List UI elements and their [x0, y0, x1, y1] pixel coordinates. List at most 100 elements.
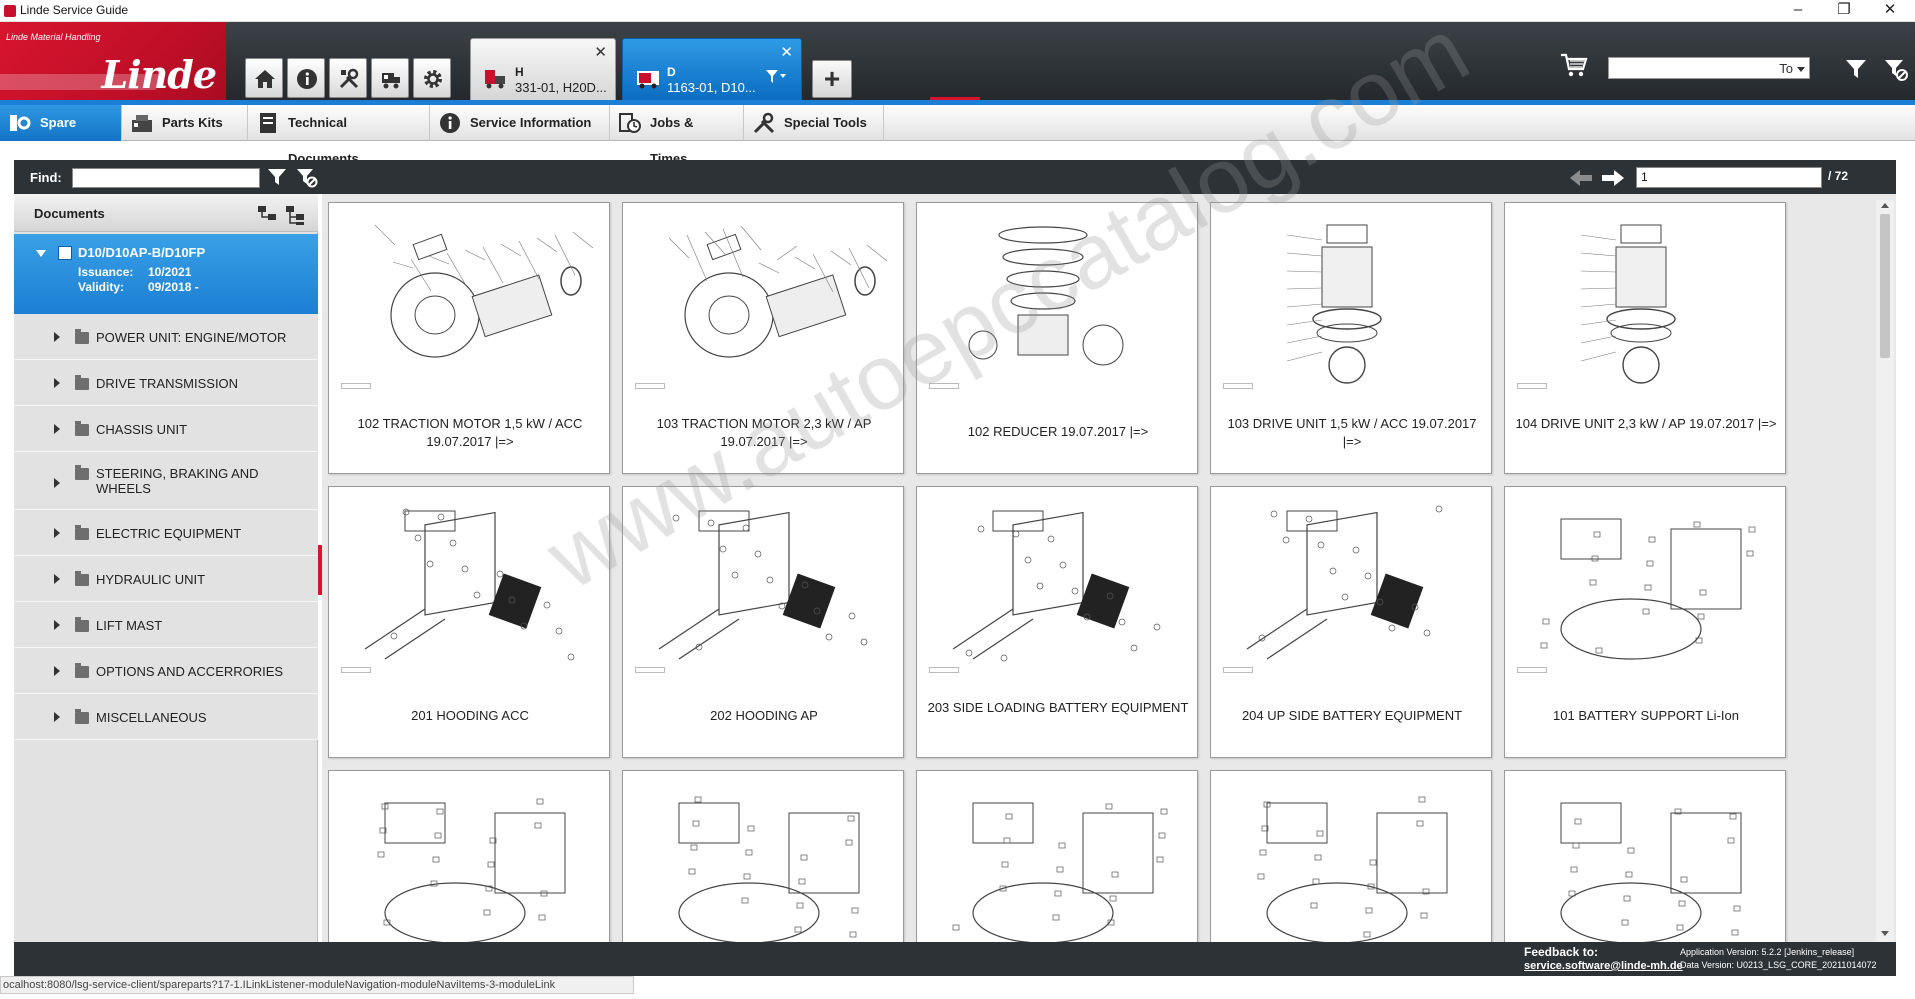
page-number-input[interactable]: 1 — [1636, 167, 1822, 188]
title-bar: Linde Service Guide – ❐ ✕ — [0, 0, 1915, 22]
expand-arrow-icon[interactable] — [54, 712, 60, 722]
folder-icon — [75, 709, 89, 724]
expand-arrow-icon[interactable] — [54, 620, 60, 630]
application-version: Application Version: 5.2.2 [Jenkins_rele… — [1680, 947, 1855, 957]
tools-button[interactable] — [329, 58, 367, 98]
illustration-card[interactable] — [328, 770, 610, 942]
document-icon — [260, 113, 276, 133]
cart-icon[interactable] — [1560, 52, 1588, 78]
clear-filter-icon[interactable] — [1884, 57, 1908, 81]
close-tab-button[interactable]: ✕ — [594, 43, 607, 61]
tree-item[interactable]: OPTIONS AND ACCERRORIES — [14, 648, 318, 694]
illustration-card[interactable]: 103 TRACTION MOTOR 2,3 kW / AP 19.07.201… — [622, 202, 904, 474]
tree-item[interactable]: LIFT MAST — [14, 602, 318, 648]
expand-arrow-icon[interactable] — [54, 378, 60, 388]
feedback-email-link[interactable]: service.software@linde-mh.de — [1524, 960, 1683, 972]
nav-parts-kits[interactable]: Parts Kits — [122, 105, 248, 141]
illustration-card[interactable]: 102 TRACTION MOTOR 1,5 kW / ACC 19.07.20… — [328, 202, 610, 474]
search-scope-select[interactable]: To — [1779, 61, 1793, 76]
filter-icon[interactable] — [1844, 57, 1868, 81]
home-button[interactable] — [245, 58, 283, 98]
expand-arrow-icon[interactable] — [54, 528, 60, 538]
nav-special-tools[interactable]: Special Tools — [744, 105, 884, 141]
nav-technical-documents[interactable]: Technical Documents — [248, 105, 430, 166]
doc-tab-h[interactable]: H 331-01, H20D... ✕ — [470, 38, 616, 102]
truck-icon — [485, 70, 505, 89]
expand-all-icon[interactable] — [256, 204, 280, 226]
vertical-scrollbar[interactable] — [1876, 200, 1894, 942]
header-search-input[interactable]: To — [1608, 57, 1810, 79]
previous-page-icon[interactable] — [1568, 168, 1594, 188]
restore-button[interactable]: ❐ — [1821, 0, 1867, 22]
find-input[interactable] — [72, 168, 260, 188]
nav-label: Special Tools — [784, 115, 867, 130]
minimize-button[interactable]: – — [1775, 0, 1821, 22]
nav-service-information[interactable]: Service Information — [430, 105, 610, 141]
tree-item[interactable]: STEERING, BRAKING AND WHEELS — [14, 452, 318, 510]
tree-item[interactable]: HYDRAULIC UNIT — [14, 556, 318, 602]
illustration-card[interactable]: 203 SIDE LOADING BATTERY EQUIPMENT — [916, 486, 1198, 758]
clock-wrench-icon — [619, 113, 641, 133]
close-window-button[interactable]: ✕ — [1867, 0, 1913, 22]
card-caption: 203 SIDE LOADING BATTERY EQUIPMENT — [927, 700, 1189, 715]
drawing-stamp — [341, 383, 371, 389]
illustration-card[interactable] — [622, 770, 904, 942]
tree-item[interactable]: ELECTRIC EQUIPMENT — [14, 510, 318, 556]
doc-tab-d[interactable]: D 1163-01, D10... ✕ — [622, 38, 802, 102]
illustration-card[interactable]: 204 UP SIDE BATTERY EQUIPMENT — [1210, 486, 1492, 758]
truck-icon — [637, 71, 659, 89]
tree-item[interactable]: DRIVE TRANSMISSION — [14, 360, 318, 406]
filter-icon[interactable] — [266, 166, 288, 188]
card-caption: 202 HOODING AP — [710, 708, 818, 723]
data-version: Data Version: U0213_LSG_CORE_20211014072 — [1680, 960, 1877, 970]
brand-subtitle: Linde Material Handling — [6, 32, 101, 42]
gear-icon — [424, 70, 442, 88]
folder-icon — [75, 329, 89, 344]
expand-arrow-icon[interactable] — [54, 478, 60, 488]
settings-button[interactable] — [413, 58, 451, 98]
document-icon — [58, 246, 72, 260]
drawing-stamp — [929, 667, 959, 673]
illustration-card[interactable]: 201 HOODING ACC — [328, 486, 610, 758]
scroll-up-icon[interactable] — [1881, 203, 1889, 208]
illustration-drawing — [668, 225, 888, 358]
info-button[interactable] — [287, 58, 325, 98]
clear-filter-icon[interactable] — [296, 166, 318, 188]
illustration-card[interactable] — [916, 770, 1198, 942]
drawing-stamp — [635, 667, 665, 673]
document-name: D10/D10AP-B/D10FP — [78, 245, 206, 260]
close-tab-button[interactable]: ✕ — [780, 43, 793, 61]
add-tab-button[interactable]: + — [812, 60, 852, 98]
nav-label: Parts Kits — [162, 115, 223, 130]
expand-arrow-icon[interactable] — [54, 332, 60, 342]
tree-item[interactable]: POWER UNIT: ENGINE/MOTOR — [14, 314, 318, 360]
collapse-arrow-icon[interactable] — [36, 250, 46, 257]
collapse-all-icon[interactable] — [284, 204, 308, 226]
truck-button[interactable] — [371, 58, 409, 98]
expand-arrow-icon[interactable] — [54, 424, 60, 434]
expand-arrow-icon[interactable] — [54, 574, 60, 584]
folder-icon — [75, 617, 89, 632]
nav-label: Service Information — [470, 115, 592, 130]
selected-document[interactable]: D10/D10AP-B/D10FP Issuance: 10/2021 Vali… — [14, 234, 318, 314]
illustration-card[interactable]: 102 REDUCER 19.07.2017 |=> — [916, 202, 1198, 474]
doc-tab-subtitle: 1163-01, D10... — [667, 80, 756, 95]
illustration-drawing — [1246, 505, 1443, 660]
filter-dropdown-icon[interactable] — [765, 69, 787, 85]
illustration-card[interactable]: 101 BATTERY SUPPORT Li-Ion — [1504, 486, 1786, 758]
tree-item[interactable]: MISCELLANEOUS — [14, 694, 318, 740]
tree-item[interactable]: CHASSIS UNIT — [14, 406, 318, 452]
scroll-thumb[interactable] — [1880, 214, 1890, 358]
illustration-card[interactable]: 104 DRIVE UNIT 2,3 kW / AP 19.07.2017 |=… — [1504, 202, 1786, 474]
scroll-down-icon[interactable] — [1881, 931, 1889, 936]
expand-arrow-icon[interactable] — [54, 666, 60, 676]
nav-jobs-times[interactable]: Jobs & Times — [610, 105, 744, 166]
illustration-card[interactable] — [1504, 770, 1786, 942]
illustration-card[interactable]: 202 HOODING AP — [622, 486, 904, 758]
nav-spare-parts[interactable]: Spare Parts — [0, 105, 122, 166]
illustration-card[interactable] — [1210, 770, 1492, 942]
tree-item-label: LIFT MAST — [96, 618, 163, 633]
folder-icon — [75, 571, 89, 586]
next-page-icon[interactable] — [1600, 168, 1626, 188]
illustration-card[interactable]: 103 DRIVE UNIT 1,5 kW / ACC 19.07.2017 |… — [1210, 202, 1492, 474]
